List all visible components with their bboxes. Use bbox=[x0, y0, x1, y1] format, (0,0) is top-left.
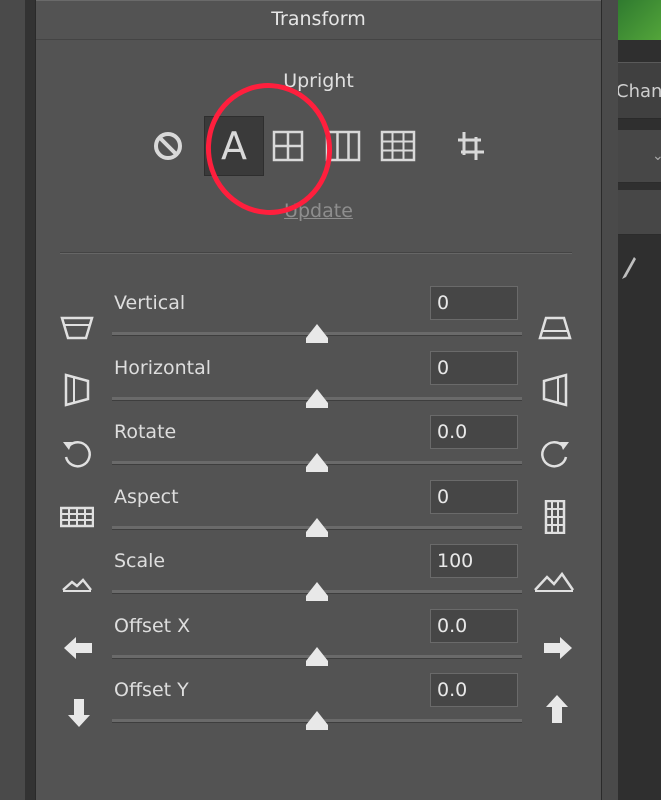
letter-a-icon: A bbox=[221, 124, 247, 168]
offset-x-slider-thumb[interactable] bbox=[306, 647, 328, 666]
horizontal-value-input[interactable] bbox=[430, 351, 518, 385]
upright-vertical-button[interactable] bbox=[313, 116, 373, 176]
level-grid-icon bbox=[272, 130, 304, 162]
right-panel-tab[interactable]: Channe bbox=[618, 62, 661, 119]
right-panel-row[interactable] bbox=[618, 190, 661, 235]
vertical-grid-icon bbox=[325, 130, 361, 162]
keystone-horizontal-minus-icon[interactable] bbox=[60, 373, 94, 407]
scale-small-icon[interactable] bbox=[60, 564, 94, 598]
slider-row-aspect: Aspect bbox=[36, 480, 601, 551]
arrow-right-icon[interactable] bbox=[540, 631, 574, 665]
slider-row-rotate: Rotate bbox=[36, 415, 601, 486]
arrow-up-icon[interactable] bbox=[540, 693, 574, 727]
arrow-down-icon[interactable] bbox=[62, 695, 96, 729]
vertical-value-input[interactable] bbox=[430, 286, 518, 320]
no-symbol-icon bbox=[154, 132, 182, 160]
slider-row-horizontal: Horizontal bbox=[36, 351, 601, 422]
offset-x-value-input[interactable] bbox=[430, 609, 518, 643]
transform-panel: Transform Upright A Update Vertical 0 Ho… bbox=[35, 0, 602, 800]
left-panel-strip bbox=[0, 0, 25, 800]
rotate-ccw-icon[interactable] bbox=[60, 437, 94, 471]
chevron-down-icon[interactable]: ⌄ bbox=[652, 148, 661, 164]
aspect-wide-icon[interactable] bbox=[60, 500, 94, 534]
vertical-slider-thumb[interactable] bbox=[306, 324, 328, 343]
scale-large-icon[interactable] bbox=[534, 562, 574, 596]
left-panel-divider bbox=[25, 0, 35, 800]
rotate-cw-icon[interactable] bbox=[538, 437, 572, 471]
crop-guide-icon bbox=[458, 132, 484, 160]
right-panel-tab-label: Channe bbox=[618, 81, 661, 102]
brush-icon[interactable] bbox=[620, 255, 638, 281]
slider-label: Offset Y bbox=[114, 679, 189, 701]
offset-y-slider-thumb[interactable] bbox=[306, 711, 328, 730]
scale-value-input[interactable] bbox=[430, 544, 518, 578]
upright-guided-button[interactable] bbox=[440, 116, 500, 176]
upright-auto-button[interactable]: A bbox=[204, 116, 264, 176]
full-grid-icon bbox=[380, 130, 416, 162]
horizontal-slider-thumb[interactable] bbox=[306, 389, 328, 408]
upright-label: Upright bbox=[283, 70, 354, 92]
aspect-slider-thumb[interactable] bbox=[306, 518, 328, 537]
slider-row-vertical: Vertical bbox=[36, 286, 601, 357]
upright-level-button[interactable] bbox=[258, 116, 318, 176]
aspect-tall-icon[interactable] bbox=[538, 500, 572, 534]
keystone-horizontal-plus-icon[interactable] bbox=[538, 373, 572, 407]
aspect-value-input[interactable] bbox=[430, 480, 518, 514]
slider-row-offset-y: Offset Y bbox=[36, 673, 601, 744]
slider-label: Vertical bbox=[114, 292, 186, 314]
upright-off-button[interactable] bbox=[138, 116, 198, 176]
offset-y-value-input[interactable] bbox=[430, 673, 518, 707]
right-panel-divider bbox=[602, 0, 618, 800]
slider-label: Scale bbox=[114, 550, 166, 572]
slider-row-scale: Scale bbox=[36, 544, 601, 615]
slider-row-offset-x: Offset X bbox=[36, 609, 601, 680]
slider-label: Offset X bbox=[114, 615, 191, 637]
scale-slider-thumb[interactable] bbox=[306, 582, 328, 601]
keystone-vertical-plus-icon[interactable] bbox=[538, 310, 572, 344]
section-divider bbox=[60, 252, 572, 254]
keystone-vertical-minus-icon[interactable] bbox=[60, 310, 94, 344]
arrow-left-icon[interactable] bbox=[62, 631, 96, 665]
update-link[interactable]: Update bbox=[36, 200, 601, 222]
upright-full-button[interactable] bbox=[368, 116, 428, 176]
slider-label: Horizontal bbox=[114, 357, 212, 379]
rotate-slider-thumb[interactable] bbox=[306, 453, 328, 472]
slider-label: Rotate bbox=[114, 421, 177, 443]
color-swatch bbox=[618, 0, 661, 40]
rotate-value-input[interactable] bbox=[430, 415, 518, 449]
panel-title: Transform bbox=[36, 0, 601, 40]
slider-label: Aspect bbox=[114, 486, 179, 508]
